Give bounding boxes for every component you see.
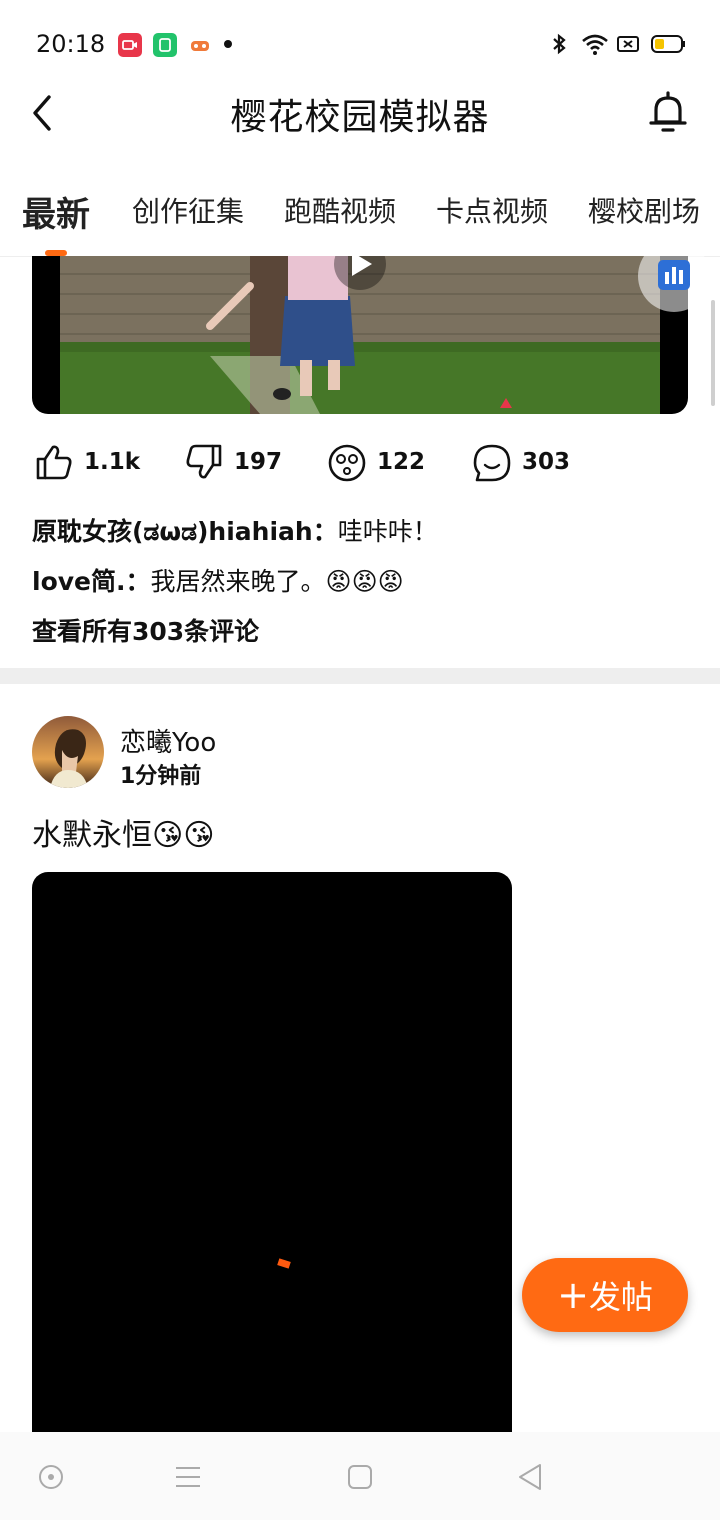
system-nav-bar <box>0 1432 720 1520</box>
like-button[interactable]: 1.1k <box>34 443 141 483</box>
create-post-label: 发帖 <box>588 1278 653 1316</box>
assistant-button[interactable] <box>38 1464 64 1494</box>
create-post-button[interactable]: +发帖 <box>522 1258 688 1332</box>
loading-spinner-icon <box>277 1258 291 1269</box>
comment-text: 哇咔咔！ <box>337 517 438 546</box>
battery-icon <box>650 33 686 59</box>
plus-icon: + <box>557 1273 589 1317</box>
comment-preview[interactable]: 原耽女孩(ಡωಡ)hiahiah：哇咔咔！ <box>32 512 438 548</box>
avatar[interactable] <box>32 716 104 788</box>
sim-icon <box>616 34 640 58</box>
more-notifications-dot <box>224 40 232 48</box>
tab-latest[interactable]: 最新 <box>22 187 90 236</box>
floating-stats-button[interactable] <box>638 240 710 312</box>
tab-parkour-videos[interactable]: 跑酷视频 <box>284 190 396 230</box>
comment-author[interactable]: 原耽女孩(ಡωಡ)hiahiah： <box>32 517 338 546</box>
reaction-count: 122 <box>377 449 426 475</box>
post-video-player[interactable] <box>32 872 512 1452</box>
like-count: 1.1k <box>84 449 141 475</box>
comment-bubble-icon <box>473 444 511 482</box>
post-divider <box>0 668 720 684</box>
bar-chart-icon <box>658 260 690 290</box>
game-notification-icon <box>188 33 212 57</box>
video-scene-image <box>60 256 660 414</box>
reaction-button[interactable]: 122 <box>327 443 427 483</box>
status-bar: 20:18 <box>0 0 720 84</box>
bluetooth-icon <box>548 32 570 60</box>
thumbs-down-icon <box>186 444 222 479</box>
post-author-name[interactable]: 恋曦Yoo <box>120 722 216 759</box>
wifi-icon <box>580 32 610 60</box>
circle-dot-icon <box>39 1465 63 1489</box>
bell-icon <box>649 91 687 132</box>
status-time: 20:18 <box>36 30 106 58</box>
comment-count: 303 <box>522 449 571 475</box>
view-all-comments-link[interactable]: 查看所有303条评论 <box>32 612 259 648</box>
post-video-thumbnail[interactable] <box>32 256 688 414</box>
comment-button[interactable]: 303 <box>472 443 572 483</box>
scrollbar[interactable] <box>711 300 715 406</box>
post-timestamp: 1分钟前 <box>120 764 202 789</box>
triangle-back-icon <box>519 1464 541 1490</box>
notifications-button[interactable] <box>646 90 690 136</box>
tab-theater[interactable]: 樱校剧场 <box>588 190 700 230</box>
avatar-image <box>32 716 104 788</box>
post-text: 水默永恒😘😘 <box>32 818 215 853</box>
comment-preview[interactable]: love简.：我居然来晚了。😡😡😡 <box>32 562 404 598</box>
screen-record-icon <box>118 33 142 57</box>
comment-text: 我居然来晚了。😡😡😡 <box>150 567 404 596</box>
dislike-button[interactable]: 197 <box>184 443 284 483</box>
home-button[interactable] <box>347 1464 373 1494</box>
tab-beat-videos[interactable]: 卡点视频 <box>436 190 548 230</box>
square-icon <box>348 1465 372 1489</box>
page-title: 樱花校园模拟器 <box>230 97 490 138</box>
tab-creation-call[interactable]: 创作征集 <box>132 190 244 230</box>
comment-author[interactable]: love简.： <box>32 567 151 596</box>
dizzy-face-icon <box>328 444 366 482</box>
menu-button[interactable] <box>174 1464 202 1494</box>
thumbs-up-icon <box>36 445 72 480</box>
dislike-count: 197 <box>234 449 283 475</box>
menu-lines-icon <box>176 1467 200 1487</box>
app-notification-icon <box>153 33 177 57</box>
back-nav-button[interactable] <box>516 1462 544 1496</box>
